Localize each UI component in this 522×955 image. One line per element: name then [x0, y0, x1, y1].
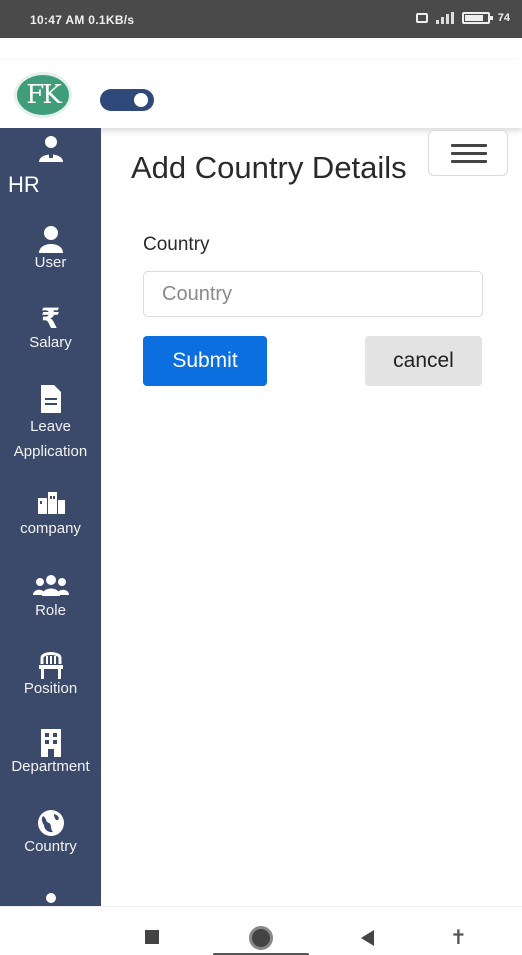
sidebar-header-label: HR: [8, 172, 40, 197]
page-title: Add Country Details: [131, 150, 407, 185]
theme-toggle-switch[interactable]: [100, 89, 154, 111]
sim-icon: [415, 13, 428, 23]
country-label: Country: [143, 234, 210, 255]
country-input[interactable]: [143, 271, 483, 317]
top-navbar: FK: [0, 60, 522, 176]
users-icon: [0, 572, 101, 602]
battery-level: 74: [497, 12, 510, 24]
sidebar-item-label: Country: [24, 838, 77, 855]
accessibility-icon[interactable]: ✝: [450, 925, 467, 950]
toggle-knob: [134, 93, 148, 107]
sidebar-item-label: company: [20, 520, 81, 537]
rupee-icon: ₹: [40, 303, 61, 334]
status-time: 10:47 AM 0.1KB/s: [30, 13, 135, 27]
sidebar-item-leave-application[interactable]: Leave Application: [0, 384, 101, 464]
signal-icon: [435, 12, 454, 24]
user-icon: [0, 888, 101, 906]
main-content: Add Country Details Country Submit cance…: [101, 128, 522, 906]
sidebar-item-label: Position: [23, 680, 78, 697]
battery-icon: [461, 12, 493, 24]
hr-person-icon: [39, 136, 63, 162]
sidebar-item-department[interactable]: Department: [0, 728, 101, 776]
android-nav-bar: ✝: [0, 906, 522, 955]
sidebar-item-label: User: [34, 254, 67, 271]
sidebar-item-country[interactable]: Country: [0, 808, 101, 856]
globe-icon: [0, 808, 101, 838]
recents-icon[interactable]: [145, 930, 159, 944]
user-icon: [0, 224, 101, 254]
status-bar: 10:47 AM 0.1KB/s 74: [0, 0, 522, 38]
sidebar-item-partial[interactable]: [0, 888, 101, 906]
sidebar: HR User ₹ Salary Leave Application compa…: [0, 128, 101, 906]
document-icon: [0, 384, 101, 414]
sidebar-item-salary[interactable]: ₹ Salary: [0, 304, 101, 352]
sidebar-item-user[interactable]: User: [0, 224, 101, 272]
building-icon: [0, 728, 101, 758]
sidebar-item-label: Salary: [29, 334, 72, 351]
sidebar-header-hr[interactable]: HR: [0, 128, 101, 200]
cancel-button[interactable]: cancel: [365, 336, 482, 386]
sidebar-item-label: Leave Application: [13, 418, 88, 460]
sidebar-item-company[interactable]: company: [0, 490, 101, 538]
submit-button[interactable]: Submit: [143, 336, 267, 386]
app-logo[interactable]: FK: [14, 72, 72, 118]
back-icon[interactable]: [361, 930, 374, 946]
home-icon[interactable]: [249, 926, 273, 950]
sidebar-item-position[interactable]: Position: [0, 650, 101, 698]
sidebar-item-label: Department: [11, 758, 90, 775]
sidebar-item-label: Role: [35, 602, 66, 619]
sidebar-item-role[interactable]: Role: [0, 572, 101, 620]
status-icons: 74: [415, 12, 510, 24]
buildings-icon: [0, 490, 101, 520]
chair-icon: [0, 650, 101, 680]
